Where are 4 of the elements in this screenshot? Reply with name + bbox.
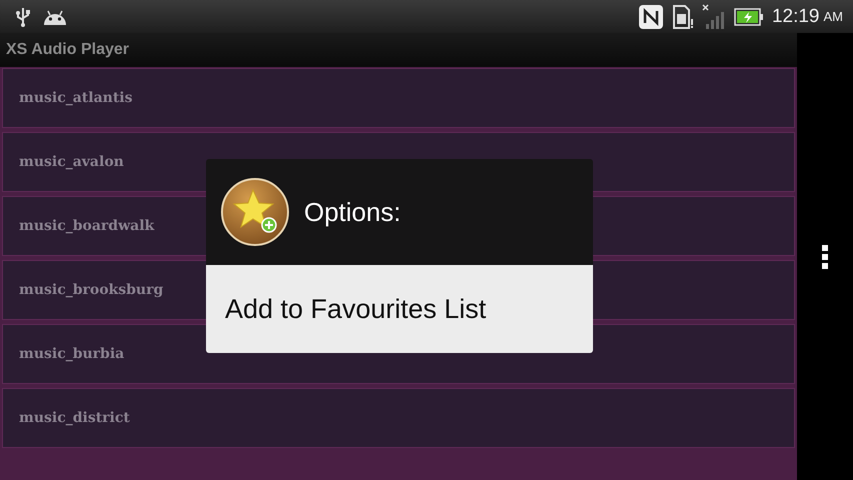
clock-meridiem: AM <box>824 9 843 24</box>
dialog-title: Options: <box>304 196 401 228</box>
app-title: XS Audio Player <box>6 41 129 59</box>
clock-time: 12:19 <box>772 6 820 28</box>
